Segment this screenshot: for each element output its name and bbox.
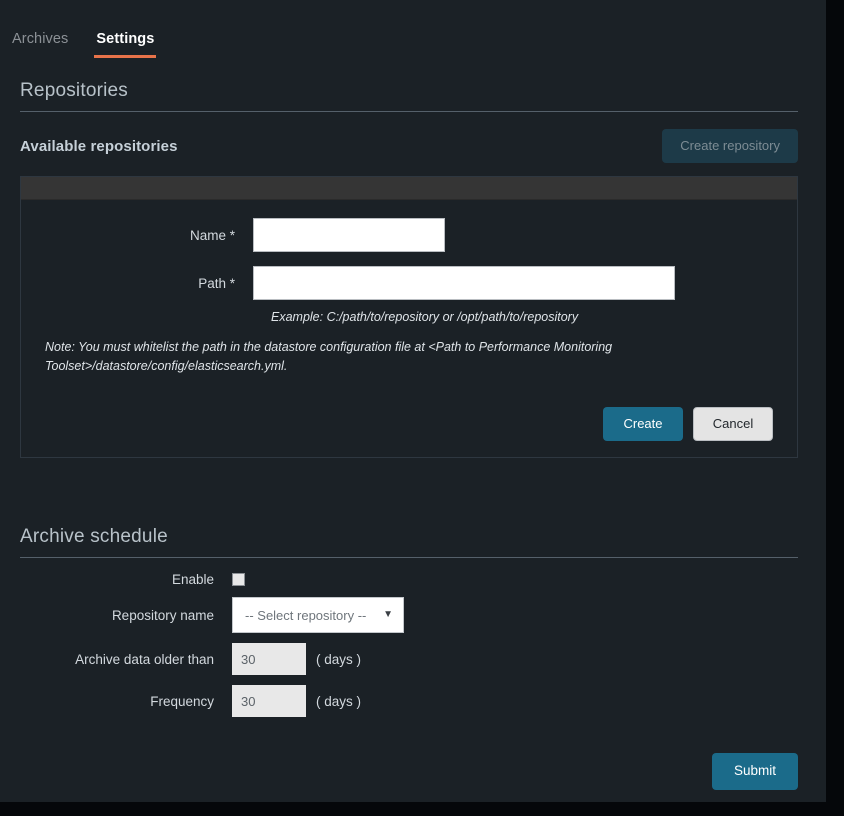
- repository-table-header-bar: [21, 177, 797, 200]
- name-label: Name *: [189, 227, 235, 243]
- tab-settings[interactable]: Settings: [94, 31, 157, 58]
- title-divider: [20, 111, 798, 112]
- screen: Archives Settings Repositories Available…: [0, 0, 844, 816]
- repository-select-value: -- Select repository --: [245, 607, 367, 623]
- enable-checkbox[interactable]: [232, 573, 245, 587]
- repository-form-panel: Name * Path * Example: C:/path/to/reposi…: [20, 176, 798, 459]
- tab-bar: Archives Settings: [0, 0, 826, 58]
- available-repositories-label: Available repositories: [20, 137, 178, 155]
- create-button[interactable]: Create: [603, 406, 683, 442]
- path-label: Path *: [198, 275, 235, 291]
- tab-archives[interactable]: Archives: [10, 31, 70, 59]
- name-field-row: Name *: [45, 218, 773, 252]
- archive-schedule-title: Archive schedule: [20, 526, 168, 548]
- frequency-input[interactable]: [232, 685, 306, 718]
- repository-select[interactable]: -- Select repository -- ▼: [232, 597, 404, 634]
- create-repository-button[interactable]: Create repository: [662, 128, 798, 164]
- archive-schedule-divider: [20, 557, 798, 559]
- submit-row: Submit: [20, 753, 798, 790]
- archive-schedule-form: Enable Repository name -- Select reposit…: [20, 572, 798, 718]
- path-input[interactable]: [253, 266, 675, 300]
- cancel-button[interactable]: Cancel: [693, 406, 773, 442]
- enable-row: Enable: [20, 572, 798, 587]
- archive-older-than-label: Archive data older than: [75, 651, 214, 667]
- whitelist-note: Note: You must whitelist the path in the…: [45, 340, 613, 374]
- path-example-hint: Example: C:/path/to/repository or /opt/p…: [271, 310, 579, 324]
- path-field-row: Path *: [45, 266, 773, 300]
- archive-older-than-unit: ( days ): [316, 651, 362, 667]
- app-window: Archives Settings Repositories Available…: [0, 0, 826, 802]
- name-input[interactable]: [253, 218, 445, 252]
- repository-form-body: Name * Path * Example: C:/path/to/reposi…: [21, 200, 797, 457]
- repository-form-actions: Create Cancel: [45, 406, 773, 442]
- archive-older-than-row: Archive data older than ( days ): [20, 643, 798, 676]
- page-content: Repositories Available repositories Crea…: [0, 80, 826, 790]
- available-repositories-header: Available repositories Create repository: [20, 128, 798, 164]
- enable-label: Enable: [171, 572, 214, 588]
- repository-name-row: Repository name -- Select repository -- …: [20, 597, 798, 634]
- page-title: Repositories: [20, 80, 129, 101]
- archive-older-than-input[interactable]: [232, 643, 306, 676]
- frequency-row: Frequency ( days ): [20, 685, 798, 718]
- frequency-unit: ( days ): [316, 693, 362, 709]
- frequency-label: Frequency: [150, 693, 214, 709]
- submit-button[interactable]: Submit: [711, 753, 798, 790]
- repository-name-label: Repository name: [111, 607, 214, 623]
- chevron-down-icon: ▼: [383, 609, 393, 621]
